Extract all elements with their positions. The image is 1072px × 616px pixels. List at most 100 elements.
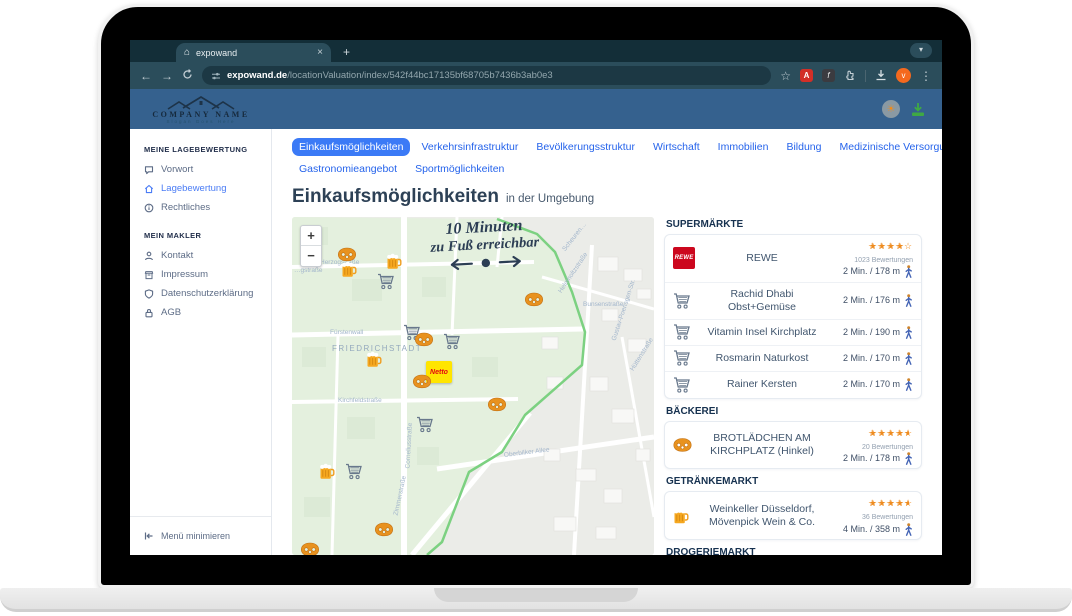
- places-panel: SUPERMÄRKTE REWEREWE☆★☆★☆★☆★☆★1023 Bewert…: [664, 217, 922, 555]
- theme-toggle-sun-icon[interactable]: ☀: [882, 100, 900, 118]
- place-reviews: 20 Bewertungen: [821, 443, 913, 452]
- collapse-menu-button[interactable]: Menü minimieren: [130, 527, 271, 555]
- tab-immobilien[interactable]: Immobilien: [711, 138, 776, 156]
- sidebar-item-kontakt[interactable]: Kontakt: [130, 246, 271, 265]
- map-marker-cart[interactable]: [345, 464, 363, 485]
- place-distance: 2 Min. / 170 m: [821, 378, 913, 392]
- tab-verkehrsinfrastruktur[interactable]: Verkehrsinfrastruktur: [414, 138, 525, 156]
- walk-icon: [904, 452, 913, 465]
- map-marker-pretzel[interactable]: [525, 293, 544, 312]
- place-reviews: 1023 Bewertungen: [821, 256, 913, 265]
- browser-window: ⌂ expowand × + ▾ ← → expowand.de/locatio…: [130, 40, 942, 555]
- place-row[interactable]: BROTLÄDCHEN AM KIRCHPLATZ (Hinkel) ☆★☆★☆★…: [665, 422, 921, 469]
- map-marker-beer[interactable]: [341, 262, 357, 283]
- place-distance: 2 Min. / 178 m: [821, 265, 913, 279]
- zoom-in-button[interactable]: +: [301, 226, 321, 246]
- new-tab-button[interactable]: +: [343, 45, 350, 62]
- tab-bildung[interactable]: Bildung: [779, 138, 828, 156]
- font-extension-icon[interactable]: f: [822, 69, 835, 82]
- place-row[interactable]: Rosmarin Naturkost2 Min. / 170 m: [665, 346, 921, 372]
- map-marker-pretzel[interactable]: [301, 543, 320, 556]
- tab-sportm-glichkeiten[interactable]: Sportmöglichkeiten: [408, 160, 511, 178]
- category-tabs-row-1: EinkaufsmöglichkeitenVerkehrsinfrastrukt…: [292, 138, 922, 156]
- tab-bev-lkerungsstruktur[interactable]: Bevölkerungsstruktur: [529, 138, 642, 156]
- bookmark-star-icon[interactable]: ☆: [780, 70, 791, 82]
- app: COMPANY NAME Slogan Goes Here ☀ MEINE LA…: [130, 89, 942, 555]
- tab-close-icon[interactable]: ×: [317, 47, 323, 58]
- zoom-out-button[interactable]: −: [301, 246, 321, 266]
- profile-avatar[interactable]: v: [896, 68, 911, 83]
- sidebar: MEINE LAGEBEWERTUNGVorwortLagebewertungR…: [130, 129, 272, 555]
- places-card: REWEREWE☆★☆★☆★☆★☆★1023 Bewertungen2 Min.…: [664, 234, 922, 399]
- reload-button[interactable]: [182, 69, 193, 82]
- map-marker-pretzel[interactable]: [413, 375, 432, 394]
- sidebar-item-label: Datenschutzerklärung: [161, 288, 253, 299]
- map[interactable]: Herzogstraße…gstraßeFürstenwallFRIEDRICH…: [292, 217, 654, 555]
- sidebar-item-label: Impressum: [161, 269, 208, 280]
- extensions-puzzle-icon[interactable]: [844, 69, 856, 83]
- site-settings-icon[interactable]: [211, 71, 221, 81]
- cart-icon: [673, 377, 703, 393]
- page: ⌂ expowand × + ▾ ← → expowand.de/locatio…: [0, 0, 1072, 616]
- sidebar-section-title: MEIN MAKLER: [144, 231, 271, 240]
- info-icon: [144, 203, 154, 213]
- tab-einkaufsm-glichkeiten[interactable]: Einkaufsmöglichkeiten: [292, 138, 410, 156]
- map-marker-pretzel[interactable]: [375, 523, 394, 542]
- sidebar-item-datenschutzerkl-rung[interactable]: Datenschutzerklärung: [130, 284, 271, 303]
- app-header: COMPANY NAME Slogan Goes Here ☀: [130, 89, 942, 129]
- star-rating: ☆★☆★☆★☆★☆★: [868, 428, 913, 438]
- place-row[interactable]: Rachid Dhabi Obst+Gemüse2 Min. / 176 m: [665, 283, 921, 320]
- sidebar-item-rechtliches[interactable]: Rechtliches: [130, 198, 271, 217]
- map-annotation: 10 Minuten zu Fuß erreichbar: [399, 217, 572, 279]
- browser-tab[interactable]: ⌂ expowand ×: [176, 43, 331, 62]
- forward-button[interactable]: →: [161, 70, 173, 82]
- map-marker-cart[interactable]: [377, 274, 395, 295]
- place-meta: ☆★☆★☆★☆★☆★1023 Bewertungen2 Min. / 178 m: [821, 238, 913, 279]
- walk-icon: [904, 378, 913, 391]
- place-meta: 2 Min. / 190 m: [821, 326, 913, 340]
- place-distance: 2 Min. / 170 m: [821, 352, 913, 366]
- place-meta: 2 Min. / 176 m: [821, 294, 913, 308]
- place-name: Rachid Dhabi Obst+Gemüse: [703, 286, 821, 316]
- map-marker-beer[interactable]: [319, 464, 335, 485]
- sidebar-item-label: Rechtliches: [161, 202, 210, 213]
- place-distance: 2 Min. / 176 m: [821, 294, 913, 308]
- sidebar-item-vorwort[interactable]: Vorwort: [130, 160, 271, 179]
- sidebar-item-impressum[interactable]: Impressum: [130, 265, 271, 284]
- map-street-label: Bunsenstraße: [583, 301, 623, 308]
- tab-search-chevron-icon[interactable]: ▾: [910, 43, 932, 58]
- place-row[interactable]: Vitamin Insel Kirchplatz2 Min. / 190 m: [665, 320, 921, 346]
- map-marker-pretzel[interactable]: [488, 398, 507, 417]
- map-marker-pretzel[interactable]: [415, 333, 434, 352]
- sidebar-item-label: AGB: [161, 307, 181, 318]
- back-button[interactable]: ←: [140, 70, 152, 82]
- place-name: Rainer Kersten: [703, 376, 821, 393]
- places-card: BROTLÄDCHEN AM KIRCHPLATZ (Hinkel) ☆★☆★☆★…: [664, 421, 922, 470]
- url-bar[interactable]: expowand.de/locationValuation/index/542f…: [202, 66, 771, 85]
- sidebar-item-lagebewertung[interactable]: Lagebewertung: [130, 179, 271, 198]
- place-name: Rosmarin Naturkost: [703, 350, 821, 367]
- place-row[interactable]: REWEREWE☆★☆★☆★☆★☆★1023 Bewertungen2 Min.…: [665, 235, 921, 283]
- downloads-icon[interactable]: [875, 69, 887, 83]
- beer-icon: [673, 508, 703, 524]
- cart-icon: [673, 350, 703, 366]
- place-name: BROTLÄDCHEN AM KIRCHPLATZ (Hinkel): [703, 430, 821, 460]
- report-download-button[interactable]: [910, 102, 926, 117]
- map-marker-beer[interactable]: [366, 352, 382, 373]
- map-marker-cart[interactable]: [443, 334, 461, 355]
- tab-medizinische-versorgung[interactable]: Medizinische Versorgung: [832, 138, 942, 156]
- place-row[interactable]: Rainer Kersten2 Min. / 170 m: [665, 372, 921, 398]
- tab-wirtschaft[interactable]: Wirtschaft: [646, 138, 707, 156]
- sidebar-item-agb[interactable]: AGB: [130, 303, 271, 322]
- browser-menu-icon[interactable]: ⋮: [920, 70, 932, 82]
- collapse-arrow-icon: [144, 531, 154, 541]
- pdf-extension-icon[interactable]: A: [800, 69, 813, 82]
- tab-gastronomieangebot[interactable]: Gastronomieangebot: [292, 160, 404, 178]
- place-reviews: 36 Bewertungen: [821, 513, 913, 522]
- page-subtitle: in der Umgebung: [506, 193, 594, 205]
- shop-icon: [144, 270, 154, 280]
- places-section-title: SUPERMÄRKTE: [666, 219, 922, 230]
- place-row[interactable]: Weinkeller Düsseldorf, Mövenpick Wein & …: [665, 492, 921, 539]
- map-marker-cart[interactable]: [416, 417, 434, 438]
- place-name: REWE: [703, 250, 821, 267]
